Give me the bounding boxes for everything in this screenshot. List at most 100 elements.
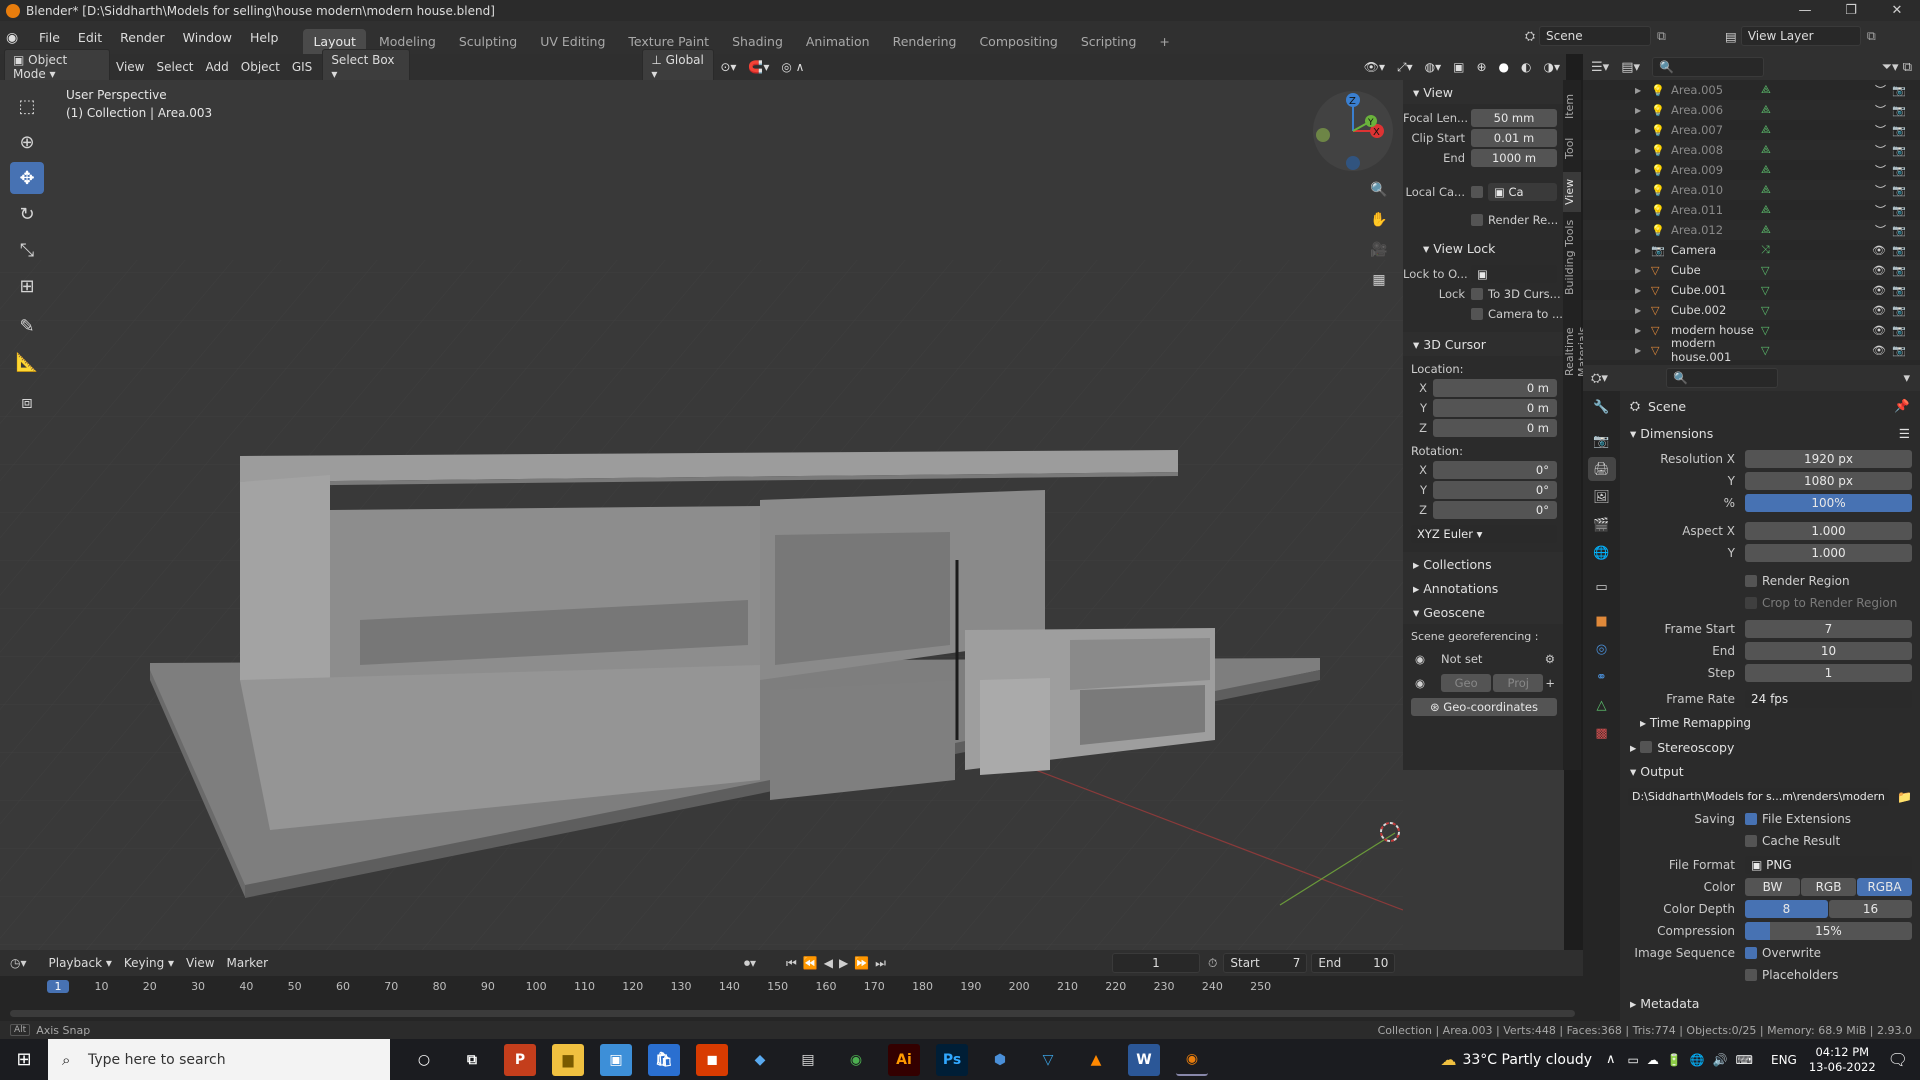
tab-compositing[interactable]: Compositing xyxy=(969,29,1067,54)
new-scene-icon[interactable]: ⧉ xyxy=(1657,28,1666,44)
physics-props-icon[interactable]: ◎ xyxy=(1588,637,1616,661)
word-icon[interactable]: W xyxy=(1128,1044,1160,1076)
object-data-icon[interactable]: ▽ xyxy=(1761,344,1769,357)
visibility-icon[interactable]: 👁▾ xyxy=(1358,57,1391,77)
outliner-row[interactable]: ▶ ▽ Cube.002 ▽ 👁 📷 xyxy=(1583,300,1920,320)
timeline-menu-keying[interactable]: Keying ▾ xyxy=(118,953,180,973)
filter-icon[interactable]: ⏷▾ ⧉ xyxy=(1882,60,1912,75)
menu-edit[interactable]: Edit xyxy=(69,30,111,45)
menu-window[interactable]: Window xyxy=(174,30,241,45)
scale-tool-icon[interactable]: ⤡ xyxy=(10,234,44,266)
illustrator-icon[interactable]: Ai xyxy=(888,1044,920,1076)
expand-arrow-icon[interactable]: ▶ xyxy=(1635,86,1641,95)
timeline-scrollbar[interactable] xyxy=(10,1010,1575,1017)
office-icon[interactable]: ◼ xyxy=(696,1044,728,1076)
pivot-icon[interactable]: ⊙▾ xyxy=(714,57,742,77)
color-bw-button[interactable]: BW xyxy=(1745,878,1800,896)
viewport-menu-select[interactable]: Select xyxy=(150,57,199,77)
outliner-row[interactable]: ▶ 💡 Area.006 ⟁ ︶ 📷 xyxy=(1583,100,1920,120)
photoshop-icon[interactable]: Ps xyxy=(936,1044,968,1076)
cursor-rot-x-field[interactable]: 0° xyxy=(1433,461,1557,479)
visibility-eye-icon[interactable]: 👁 xyxy=(1872,324,1886,337)
object-data-icon[interactable]: ⟁ xyxy=(1761,183,1771,197)
task-view-icon[interactable]: ⧉ xyxy=(456,1044,488,1076)
stereoscopy-checkbox[interactable] xyxy=(1640,741,1653,753)
camera-view-icon[interactable]: 🎥 xyxy=(1368,235,1390,265)
geoscene-section-header[interactable]: ▾ Geoscene xyxy=(1403,600,1563,624)
output-props-icon[interactable]: 🖨 xyxy=(1587,457,1616,481)
presets-icon[interactable]: ☰ xyxy=(1899,426,1910,441)
expand-arrow-icon[interactable]: ▶ xyxy=(1635,166,1641,175)
expand-arrow-icon[interactable]: ▶ xyxy=(1635,146,1641,155)
notifications-icon[interactable]: 🗨 xyxy=(1888,1050,1908,1069)
visibility-eye-icon[interactable]: ︶ xyxy=(1875,202,1886,218)
object-data-icon[interactable]: ⟁ xyxy=(1761,203,1771,217)
shading-wire-icon[interactable]: ⊕ xyxy=(1470,57,1492,77)
resolution-y-field[interactable]: 1080 px xyxy=(1745,472,1912,490)
render-camera-icon[interactable]: 📷 xyxy=(1892,104,1906,117)
object-data-icon[interactable]: ⟁ xyxy=(1761,143,1771,157)
scene-field[interactable]: Scene xyxy=(1539,26,1652,46)
new-view-layer-icon[interactable]: ⧉ xyxy=(1867,28,1876,44)
clip-start-field[interactable]: 0.01 m xyxy=(1471,129,1557,147)
visibility-eye-icon[interactable]: ︶ xyxy=(1875,182,1886,198)
world-props-icon[interactable]: 🌐 xyxy=(1588,541,1616,565)
visibility-eye-icon[interactable]: 👁 xyxy=(1872,344,1886,357)
render-camera-icon[interactable]: 📷 xyxy=(1892,144,1906,157)
outliner-search-input[interactable]: 🔍 xyxy=(1652,57,1764,77)
viewport-menu-object[interactable]: Object xyxy=(235,57,286,77)
render-camera-icon[interactable]: 📷 xyxy=(1892,264,1906,277)
frame-start-field[interactable]: 7 xyxy=(1745,620,1912,638)
cursor-loc-z-field[interactable]: 0 m xyxy=(1433,419,1557,437)
outliner-row[interactable]: ▶ ▽ Cube ▽ 👁 📷 xyxy=(1583,260,1920,280)
tab-shading[interactable]: Shading xyxy=(722,29,793,54)
frame-step-field[interactable]: 1 xyxy=(1745,664,1912,682)
resolution-percent-field[interactable]: 100% xyxy=(1745,494,1912,512)
v-app-icon[interactable]: ▽ xyxy=(1032,1044,1064,1076)
render-props-icon[interactable]: 📷 xyxy=(1588,429,1616,453)
shading-solid-icon[interactable]: ● xyxy=(1493,57,1515,77)
current-frame-field[interactable]: 1 xyxy=(1112,953,1200,973)
overlays-icon[interactable]: ◍▾ xyxy=(1419,57,1448,77)
local-camera-field[interactable]: ▣ Ca xyxy=(1488,183,1557,201)
visibility-eye-icon[interactable]: 👁 xyxy=(1872,244,1886,257)
render-camera-icon[interactable]: 📷 xyxy=(1892,304,1906,317)
object-data-icon[interactable]: ▽ xyxy=(1761,324,1769,337)
pan-hand-icon[interactable]: ✋ xyxy=(1368,205,1390,235)
visibility-eye-icon[interactable]: 👁 xyxy=(1872,304,1886,317)
expand-arrow-icon[interactable]: ▶ xyxy=(1635,346,1641,355)
close-icon[interactable]: ✕ xyxy=(1874,0,1920,21)
tray-chevron-icon[interactable]: ∧ xyxy=(1606,1052,1616,1067)
shading-rendered-icon[interactable]: ◑▾ xyxy=(1538,57,1567,77)
vlc-icon[interactable]: ▲ xyxy=(1080,1044,1112,1076)
render-camera-icon[interactable]: 📷 xyxy=(1892,84,1906,97)
tab-tool[interactable]: Tool xyxy=(1563,130,1581,166)
lock-to-object-field[interactable]: ▣ xyxy=(1471,265,1557,283)
menu-help[interactable]: Help xyxy=(241,30,288,45)
tab-view[interactable]: View xyxy=(1563,172,1581,212)
expand-arrow-icon[interactable]: ▶ xyxy=(1635,306,1641,315)
scene-props-icon[interactable]: 🎬 xyxy=(1588,513,1616,537)
start-frame-field[interactable]: Start 7 xyxy=(1223,953,1308,973)
aspect-x-field[interactable]: 1.000 xyxy=(1745,522,1912,540)
focal-length-field[interactable]: 50 mm xyxy=(1471,109,1557,127)
gizmo-toggle-icon[interactable]: ⤢▾ xyxy=(1391,57,1419,78)
viewport-menu-view[interactable]: View xyxy=(110,57,150,77)
object-data-icon[interactable]: ⟁ xyxy=(1761,163,1771,177)
data-props-icon[interactable]: △ xyxy=(1588,693,1616,717)
texture-props-icon[interactable]: ▩ xyxy=(1588,721,1616,745)
rotate-tool-icon[interactable]: ↻ xyxy=(10,198,44,230)
lock-camera-checkbox[interactable] xyxy=(1471,308,1483,320)
tab-animation[interactable]: Animation xyxy=(796,29,880,54)
viewport-menu-gis[interactable]: GIS xyxy=(286,57,318,77)
cursor-loc-y-field[interactable]: 0 m xyxy=(1433,399,1557,417)
timeline-editor-type-icon[interactable]: ◷▾ xyxy=(10,956,27,970)
maximize-icon[interactable]: ❐ xyxy=(1828,0,1874,21)
collection-props-icon[interactable]: ▭ xyxy=(1588,575,1616,599)
navigation-gizmo[interactable]: Z X Y xyxy=(1310,88,1396,174)
frame-end-field[interactable]: 10 xyxy=(1745,642,1912,660)
ortho-grid-icon[interactable]: ▦ xyxy=(1368,265,1390,295)
view-lock-header[interactable]: ▾ View Lock xyxy=(1403,236,1563,260)
xray-icon[interactable]: ▣ xyxy=(1447,57,1470,77)
expand-arrow-icon[interactable]: ▶ xyxy=(1635,326,1641,335)
